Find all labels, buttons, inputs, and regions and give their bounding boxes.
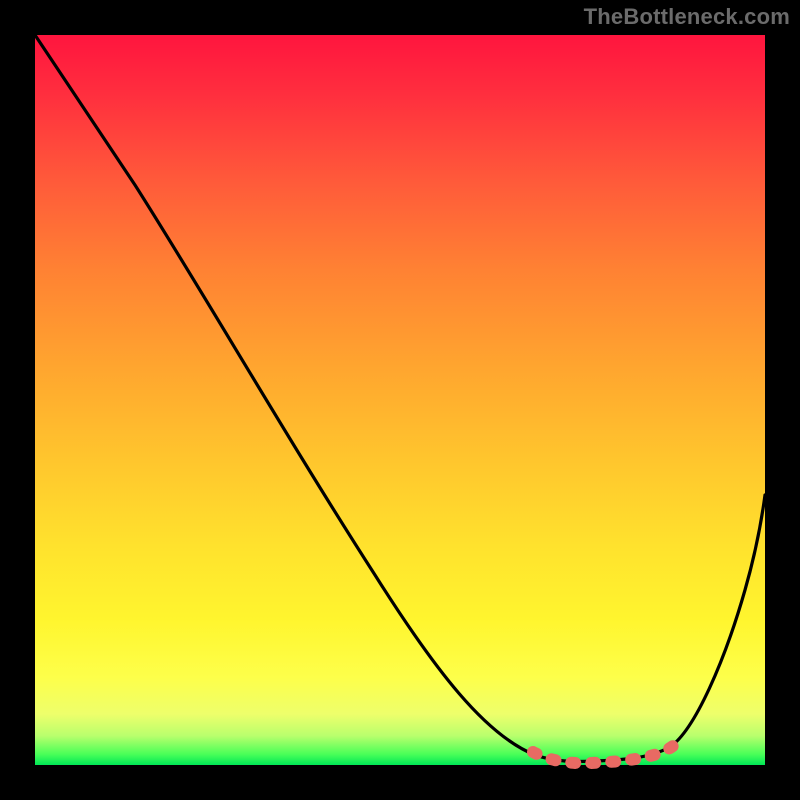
trough-highlight [533, 740, 680, 763]
bottleneck-curve-svg [35, 35, 765, 765]
bottleneck-curve-line [35, 35, 765, 761]
attribution-watermark: TheBottleneck.com [584, 4, 790, 30]
chart-frame: TheBottleneck.com [0, 0, 800, 800]
gradient-plot-area [35, 35, 765, 765]
